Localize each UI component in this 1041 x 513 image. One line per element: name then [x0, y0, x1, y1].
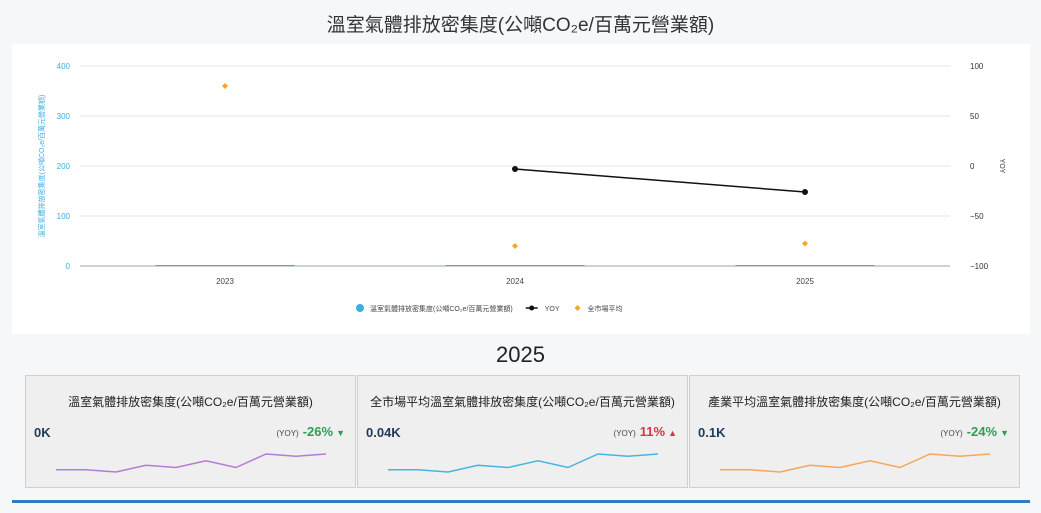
bar — [735, 265, 875, 266]
sparkline — [388, 453, 659, 473]
y-tick-label-right: −50 — [970, 212, 984, 221]
card-value: 0.1K — [698, 425, 726, 440]
sparkline-path — [388, 453, 659, 473]
sparkline-path — [56, 453, 327, 473]
y-tick-label-left: 0 — [66, 262, 71, 271]
y-tick-label-right: 100 — [970, 62, 984, 71]
card-value: 0.04K — [366, 425, 401, 440]
yoy-label: (YOY) — [940, 429, 963, 438]
y-axis-title-right: YOY — [998, 159, 1005, 174]
card-value: 0K — [34, 425, 51, 440]
kpi-card-intensity[interactable]: 溫室氣體排放密集度(公噸CO₂e/百萬元營業額) 0K (YOY) -26% ▼ — [25, 375, 356, 488]
y-tick-label-left: 200 — [57, 162, 71, 171]
card-title: 全市場平均溫室氣體排放密集度(公噸CO₂e/百萬元營業額) — [370, 395, 675, 409]
yoy-up-arrow-icon: ▲ — [668, 428, 677, 438]
yoy-value: -24% — [966, 424, 998, 439]
legend-marker — [356, 304, 364, 312]
legend-label: YOY — [545, 306, 560, 313]
market-average-point — [512, 243, 518, 249]
kpi-card-market-average[interactable]: 全市場平均溫室氣體排放密集度(公噸CO₂e/百萬元營業額) 0.04K (YOY… — [357, 375, 688, 488]
sparkline — [720, 453, 991, 473]
yoy-label: (YOY) — [613, 429, 636, 438]
bar — [445, 265, 585, 266]
yoy-down-arrow-icon: ▼ — [336, 428, 345, 438]
y-tick-label-left: 100 — [57, 212, 71, 221]
legend-marker — [529, 305, 535, 311]
x-tick-label: 2024 — [506, 277, 524, 286]
market-average-point — [222, 83, 228, 89]
y-tick-label-left: 300 — [57, 112, 71, 121]
yoy-point — [802, 189, 808, 195]
bar — [155, 265, 295, 266]
sparkline-path — [720, 453, 991, 473]
combo-chart: 400 300 200 100 0 100 50 0 −50 −100 溫室氣體排放密集度(公噸CO… — [37, 62, 1005, 313]
x-tick-label: 2023 — [216, 277, 234, 286]
bottom-divider — [12, 500, 1030, 503]
card-yoy: (YOY) 11% ▲ — [614, 424, 677, 439]
yoy-label: (YOY) — [276, 429, 299, 438]
y-tick-label-right: 0 — [970, 162, 975, 171]
y-tick-label-right: 50 — [970, 112, 979, 121]
kpi-card-industry-average[interactable]: 產業平均溫室氣體排放密集度(公噸CO₂e/百萬元營業額) 0.1K (YOY) … — [689, 375, 1020, 488]
market-average-point — [802, 240, 808, 247]
y-tick-label-left: 400 — [57, 62, 71, 71]
kpi-cards: 溫室氣體排放密集度(公噸CO₂e/百萬元營業額) 0K (YOY) -26% ▼… — [25, 375, 1020, 488]
card-title: 產業平均溫室氣體排放密集度(公噸CO₂e/百萬元營業額) — [708, 395, 1001, 409]
y-tick-label-right: −100 — [970, 262, 989, 271]
card-yoy: (YOY) -24% ▼ — [940, 424, 1009, 439]
sparkline — [56, 453, 327, 473]
x-tick-label: 2025 — [796, 277, 814, 286]
yoy-value: -26% — [302, 424, 334, 439]
yoy-point — [512, 166, 518, 172]
chart-title: 溫室氣體排放密集度(公噸CO₂e/百萬元營業額) — [326, 15, 715, 36]
legend-label: 全市場平均 — [588, 304, 623, 313]
yoy-value: 11% — [639, 424, 666, 439]
legend-marker — [574, 305, 581, 311]
y-axis-title-left: 溫室氣體排放密集度(公噸CO₂e/百萬元營業額) — [37, 95, 46, 238]
card-title: 溫室氣體排放密集度(公噸CO₂e/百萬元營業額) — [68, 395, 313, 409]
year-heading: 2025 — [496, 342, 545, 367]
yoy-line — [514, 168, 806, 193]
yoy-down-arrow-icon: ▼ — [1000, 428, 1009, 438]
legend-label: 溫室氣體排放密集度(公噸CO₂e/百萬元營業額) — [370, 304, 513, 313]
card-yoy: (YOY) -26% ▼ — [276, 424, 345, 439]
chart-panel: 400 300 200 100 0 100 50 0 −50 −100 溫室氣體排放密集度(公噸CO… — [12, 44, 1030, 334]
